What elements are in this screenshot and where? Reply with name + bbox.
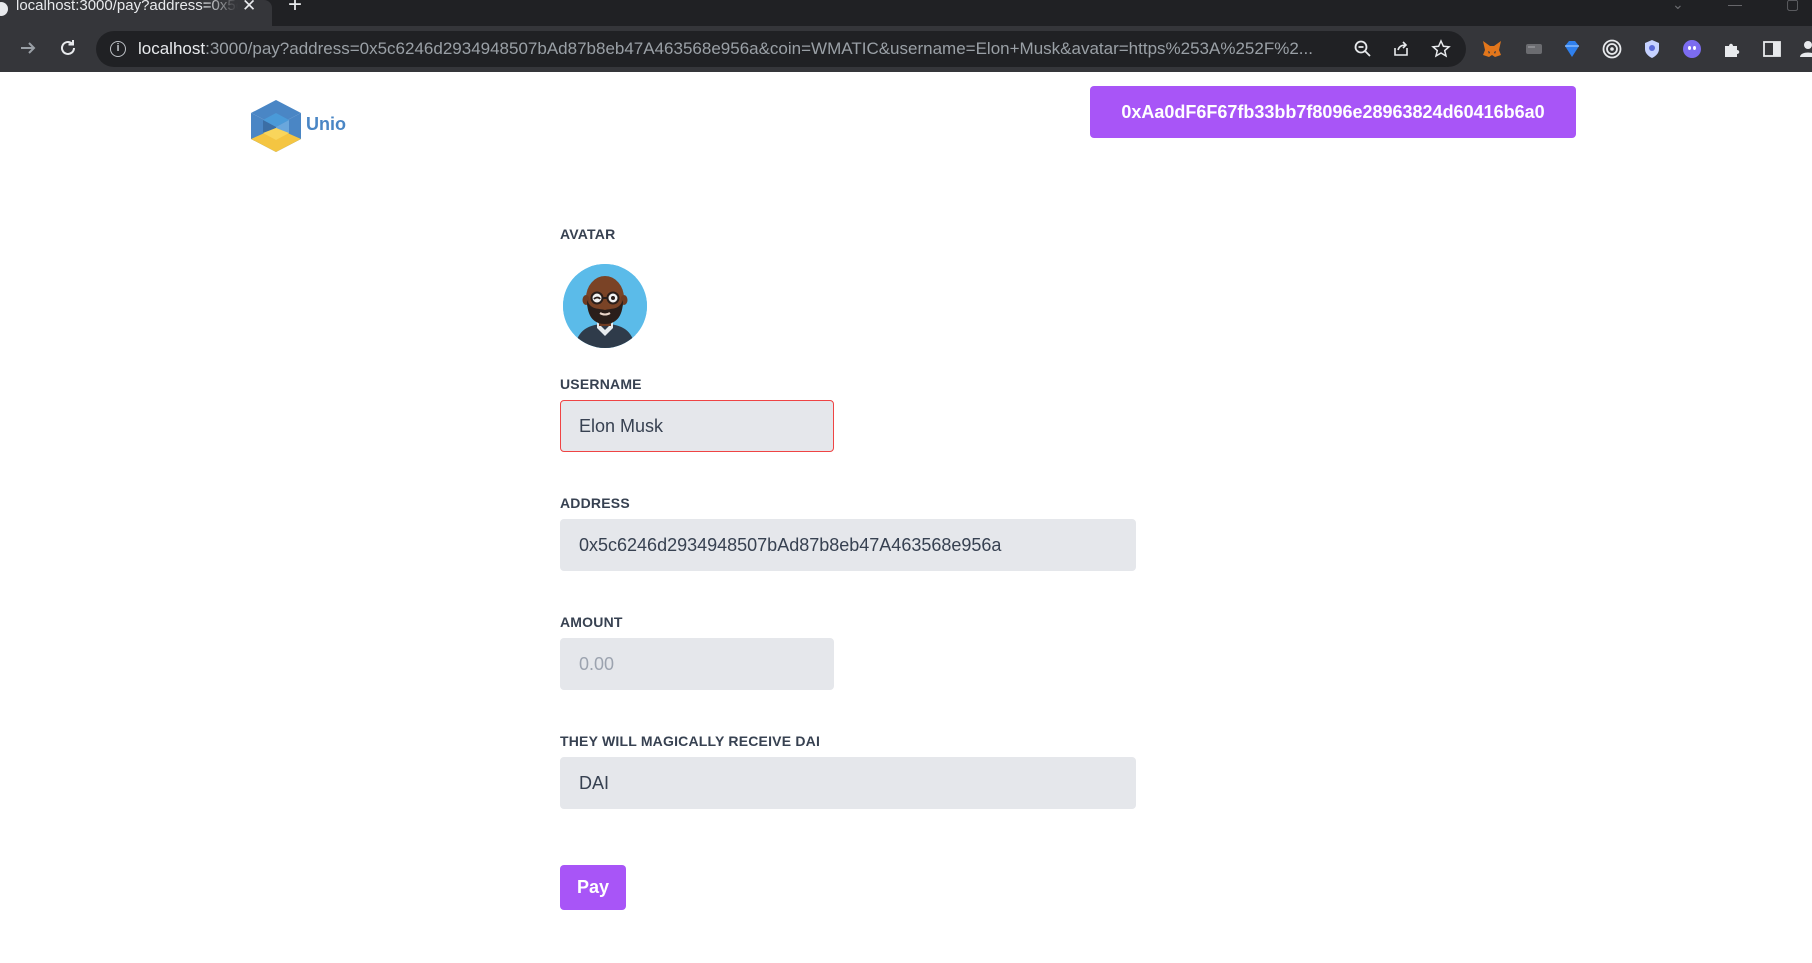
- diamond-extension-icon[interactable]: [1560, 37, 1584, 61]
- url-text[interactable]: localhost:3000/pay?address=0x5c6246d2934…: [138, 38, 1334, 60]
- avatar-illustration: [563, 264, 647, 348]
- puzzle-extensions-icon[interactable]: [1720, 37, 1744, 61]
- tab-title: localhost:3000/pay?address=0x5c6246d2: [16, 0, 238, 14]
- maximize-button[interactable]: ▢: [1786, 0, 1799, 13]
- tab-search-icon[interactable]: ⌄: [1672, 0, 1684, 13]
- ghost-extension-icon[interactable]: [1680, 37, 1704, 61]
- connected-wallet-button[interactable]: 0xAa0dF6F67fb33bb7f8096e28963824d60416b6…: [1090, 86, 1576, 138]
- address-label: ADDRESS: [560, 495, 630, 511]
- zoom-icon[interactable]: [1352, 38, 1374, 60]
- minimize-button[interactable]: —: [1728, 0, 1742, 12]
- logo-text: Unio: [306, 114, 346, 134]
- page-content: Unio 0xAa0dF6F67fb33bb7f8096e28963824d60…: [0, 72, 1812, 963]
- reload-icon: [61, 40, 75, 55]
- username-label: USERNAME: [560, 376, 642, 392]
- avatar-label: AVATAR: [560, 226, 616, 242]
- browser-chrome: localhost:3000/pay?address=0x5c6246d2 ✕ …: [0, 0, 1812, 72]
- side-panel-icon[interactable]: [1760, 37, 1784, 61]
- tab-close-icon[interactable]: ✕: [242, 0, 256, 15]
- bookmark-star-icon[interactable]: [1430, 38, 1452, 60]
- avatar: [563, 264, 647, 348]
- browser-toolbar: i localhost:3000/pay?address=0x5c6246d29…: [0, 26, 1812, 72]
- username-field[interactable]: [560, 400, 834, 452]
- arrow-right-icon: [21, 42, 36, 54]
- share-icon[interactable]: [1390, 38, 1412, 60]
- receive-token-label: THEY WILL MAGICALLY RECEIVE DAI: [560, 733, 821, 749]
- address-bar[interactable]: i localhost:3000/pay?address=0x5c6246d29…: [96, 31, 1466, 67]
- pay-button[interactable]: Pay: [560, 865, 626, 910]
- new-tab-button[interactable]: +: [288, 0, 302, 17]
- target-extension-icon[interactable]: [1600, 37, 1624, 61]
- shield-extension-icon[interactable]: [1640, 37, 1664, 61]
- cube-logo-icon: [251, 100, 301, 152]
- metamask-icon[interactable]: [1480, 37, 1504, 61]
- browser-tab[interactable]: localhost:3000/pay?address=0x5c6246d2 ✕: [0, 0, 272, 26]
- address-field[interactable]: [560, 519, 1136, 571]
- amount-field[interactable]: [560, 638, 834, 690]
- reload-button[interactable]: [54, 34, 82, 62]
- tab-favicon-icon: [0, 2, 8, 16]
- site-info-icon[interactable]: i: [110, 41, 126, 57]
- unio-logo[interactable]: Unio: [249, 98, 349, 154]
- forward-button[interactable]: [14, 34, 42, 62]
- amount-label: AMOUNT: [560, 614, 623, 630]
- receive-token-field[interactable]: [560, 757, 1136, 809]
- tab-strip: localhost:3000/pay?address=0x5c6246d2 ✕ …: [0, 0, 1812, 26]
- profile-icon[interactable]: [1796, 37, 1812, 61]
- wallet-extension-icon[interactable]: [1522, 37, 1546, 61]
